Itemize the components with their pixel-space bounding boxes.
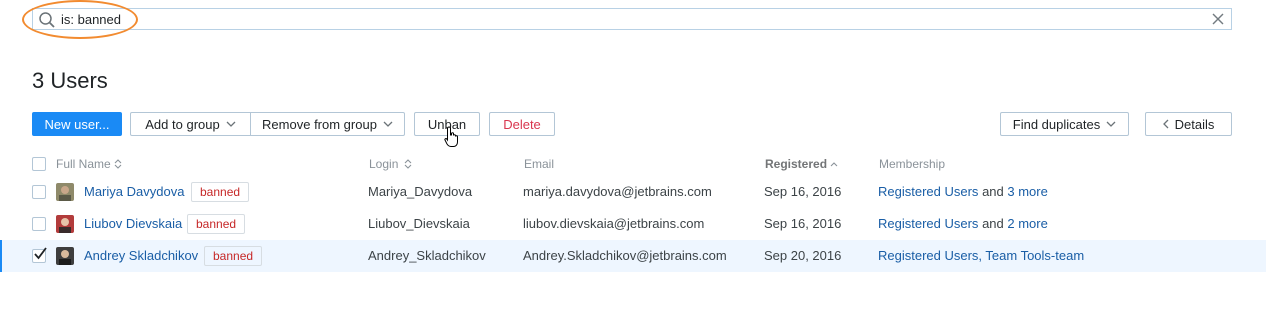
find-duplicates-button[interactable]: Find duplicates bbox=[1000, 112, 1129, 136]
search-input[interactable]: is: banned bbox=[61, 12, 121, 27]
page-title: 3 Users bbox=[32, 68, 108, 93]
email-cell: mariya.davydova@jetbrains.com bbox=[523, 184, 712, 199]
login-cell: Andrey_Skladchikov bbox=[368, 248, 486, 263]
login-cell: Liubov_Dievskaia bbox=[368, 216, 470, 231]
add-to-group-button[interactable]: Add to group bbox=[130, 112, 251, 136]
remove-from-group-button[interactable]: Remove from group bbox=[250, 112, 405, 136]
membership-link[interactable]: Registered Users bbox=[878, 216, 978, 231]
delete-button[interactable]: Delete bbox=[489, 112, 555, 136]
membership-and: and bbox=[982, 184, 1004, 199]
table-row[interactable]: Mariya Davydova banned Mariya_Davydova m… bbox=[0, 176, 1266, 208]
column-header-membership[interactable]: Membership bbox=[879, 157, 945, 171]
sort-icon[interactable] bbox=[404, 159, 412, 169]
column-header-full-name[interactable]: Full Name bbox=[56, 157, 111, 171]
login-cell: Mariya_Davydova bbox=[368, 184, 473, 199]
details-label: Details bbox=[1174, 116, 1215, 132]
new-user-button[interactable]: New user... bbox=[32, 112, 122, 136]
hand-cursor-icon bbox=[444, 126, 458, 147]
avatar bbox=[56, 183, 74, 201]
sort-icon[interactable] bbox=[114, 159, 122, 169]
registered-cell: Sep 16, 2016 bbox=[764, 216, 842, 231]
delete-label: Delete bbox=[503, 116, 541, 132]
find-duplicates-label: Find duplicates bbox=[1012, 116, 1101, 132]
membership-cell: Registered Users and 2 more bbox=[878, 216, 1048, 231]
row-checkbox[interactable] bbox=[32, 217, 46, 231]
avatar bbox=[56, 247, 74, 265]
checkmark-icon bbox=[34, 247, 47, 260]
membership-link[interactable]: Registered Users bbox=[878, 184, 978, 199]
membership-cell: Registered Users and 3 more bbox=[878, 184, 1048, 199]
search-icon bbox=[39, 12, 55, 28]
user-name-link[interactable]: Mariya Davydova bbox=[84, 184, 184, 199]
membership-more-link[interactable]: 3 more bbox=[1007, 184, 1047, 199]
registered-cell: Sep 16, 2016 bbox=[764, 184, 842, 199]
table-row-selected[interactable]: Andrey Skladchikov banned Andrey_Skladch… bbox=[0, 240, 1266, 272]
membership-more-link[interactable]: 2 more bbox=[1007, 216, 1047, 231]
membership-and: and bbox=[982, 216, 1004, 231]
add-to-group-label: Add to group bbox=[145, 116, 220, 132]
column-header-login[interactable]: Login bbox=[369, 157, 398, 171]
membership-link[interactable]: Registered Users, Team Tools-team bbox=[878, 248, 1084, 263]
table-row[interactable]: Liubov Dievskaia banned Liubov_Dievskaia… bbox=[0, 208, 1266, 240]
user-name-link[interactable]: Andrey Skladchikov bbox=[84, 248, 198, 263]
status-badge: banned bbox=[204, 246, 263, 266]
chevron-down-icon bbox=[383, 121, 393, 127]
avatar bbox=[56, 215, 74, 233]
status-badge: banned bbox=[191, 182, 250, 202]
row-checkbox[interactable] bbox=[32, 185, 46, 199]
chevron-down-icon bbox=[1106, 121, 1116, 127]
sort-ascending-icon[interactable] bbox=[830, 160, 838, 170]
email-cell: Andrey.Skladchikov@jetbrains.com bbox=[523, 248, 727, 263]
status-badge: banned bbox=[187, 214, 246, 234]
email-cell: liubov.dievskaia@jetbrains.com bbox=[523, 216, 705, 231]
new-user-label: New user... bbox=[44, 116, 110, 132]
search-bar[interactable]: is: banned bbox=[32, 8, 1232, 30]
user-name-link[interactable]: Liubov Dievskaia bbox=[84, 216, 182, 231]
details-button[interactable]: Details bbox=[1145, 112, 1232, 136]
column-header-email[interactable]: Email bbox=[524, 157, 554, 171]
chevron-down-icon bbox=[226, 121, 236, 127]
column-header-registered[interactable]: Registered bbox=[765, 157, 827, 171]
registered-cell: Sep 20, 2016 bbox=[764, 248, 842, 263]
select-all-checkbox[interactable] bbox=[32, 157, 46, 171]
selection-marker bbox=[0, 240, 2, 272]
close-icon[interactable] bbox=[1211, 12, 1225, 26]
remove-from-group-label: Remove from group bbox=[262, 116, 377, 132]
chevron-left-icon bbox=[1162, 119, 1169, 129]
